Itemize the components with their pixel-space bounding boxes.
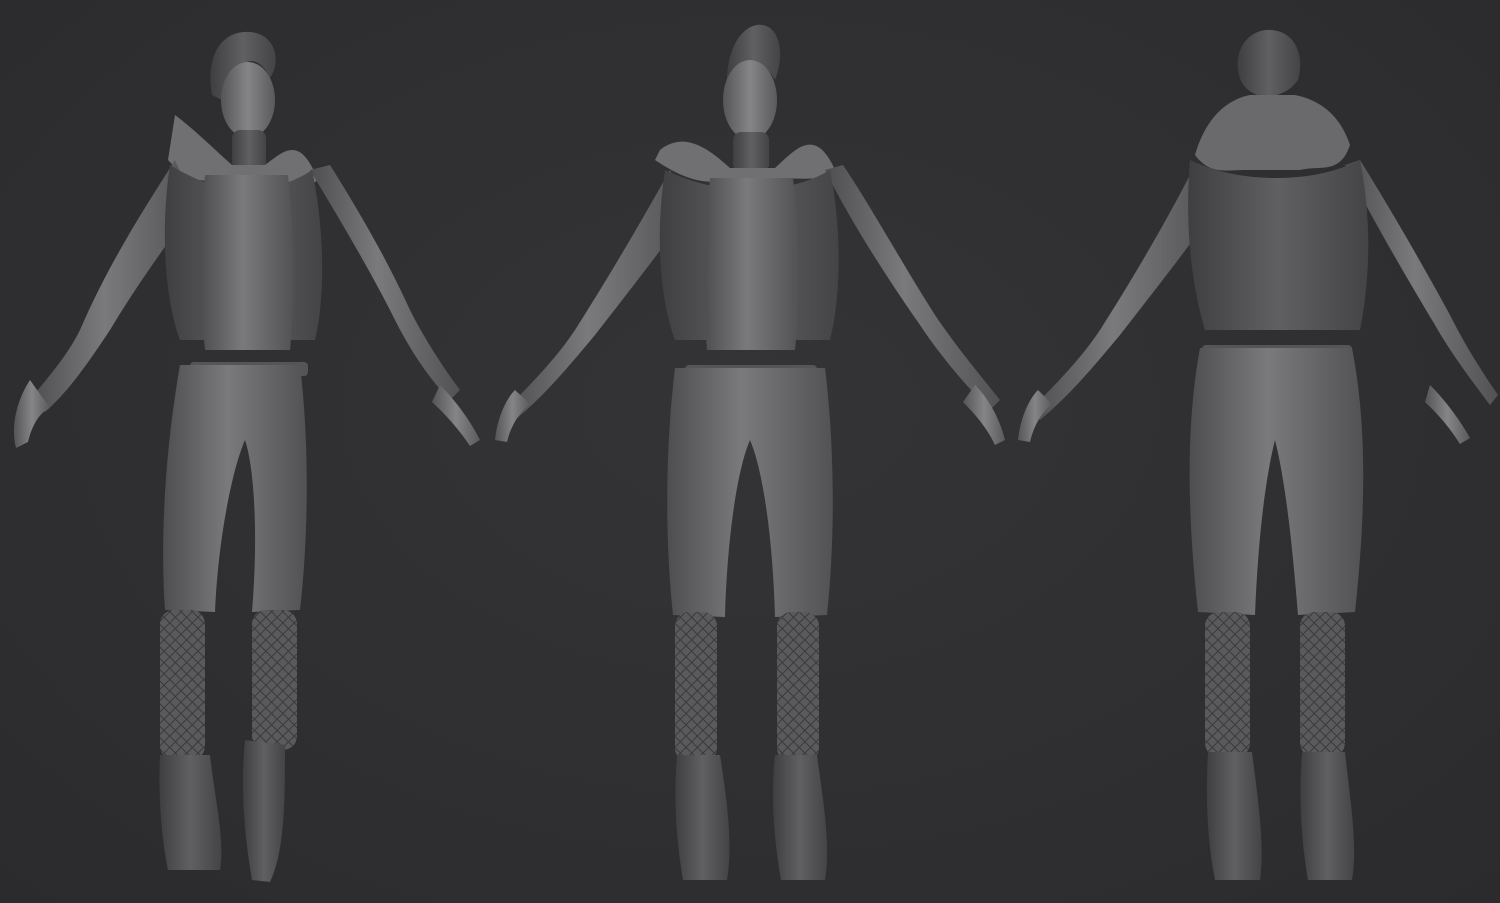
left-fishnet [675, 612, 717, 762]
left-boot [159, 755, 222, 870]
right-fishnet [1300, 612, 1345, 757]
pants [667, 368, 833, 617]
right-arm [1345, 160, 1498, 405]
right-fishnet [777, 612, 819, 762]
left-boot [675, 755, 730, 880]
left-arm [1030, 165, 1215, 420]
pants [163, 365, 307, 612]
figure-three-quarter [13, 31, 480, 882]
right-boot [1300, 752, 1355, 880]
jacket-back [1188, 160, 1369, 330]
left-fishnet [160, 610, 205, 760]
high-collar [1195, 95, 1350, 171]
right-fishnet [252, 610, 297, 750]
right-boot [242, 740, 285, 882]
viewport [0, 0, 1500, 903]
right-arm [825, 165, 1000, 410]
head [221, 62, 275, 138]
hair [1237, 29, 1301, 97]
right-hand [432, 385, 480, 446]
neck [733, 132, 769, 172]
figure-front [495, 24, 1005, 880]
right-boot [772, 755, 828, 880]
right-hand [1425, 385, 1470, 444]
shirt [704, 178, 799, 350]
sculpt-views [13, 24, 1498, 882]
neck [232, 130, 266, 170]
head [723, 60, 777, 140]
pants-back [1189, 348, 1364, 615]
left-boot [1206, 752, 1262, 880]
figure-back [1018, 29, 1498, 880]
left-fishnet [1205, 612, 1250, 757]
right-arm [310, 165, 460, 400]
shirt [201, 175, 294, 350]
